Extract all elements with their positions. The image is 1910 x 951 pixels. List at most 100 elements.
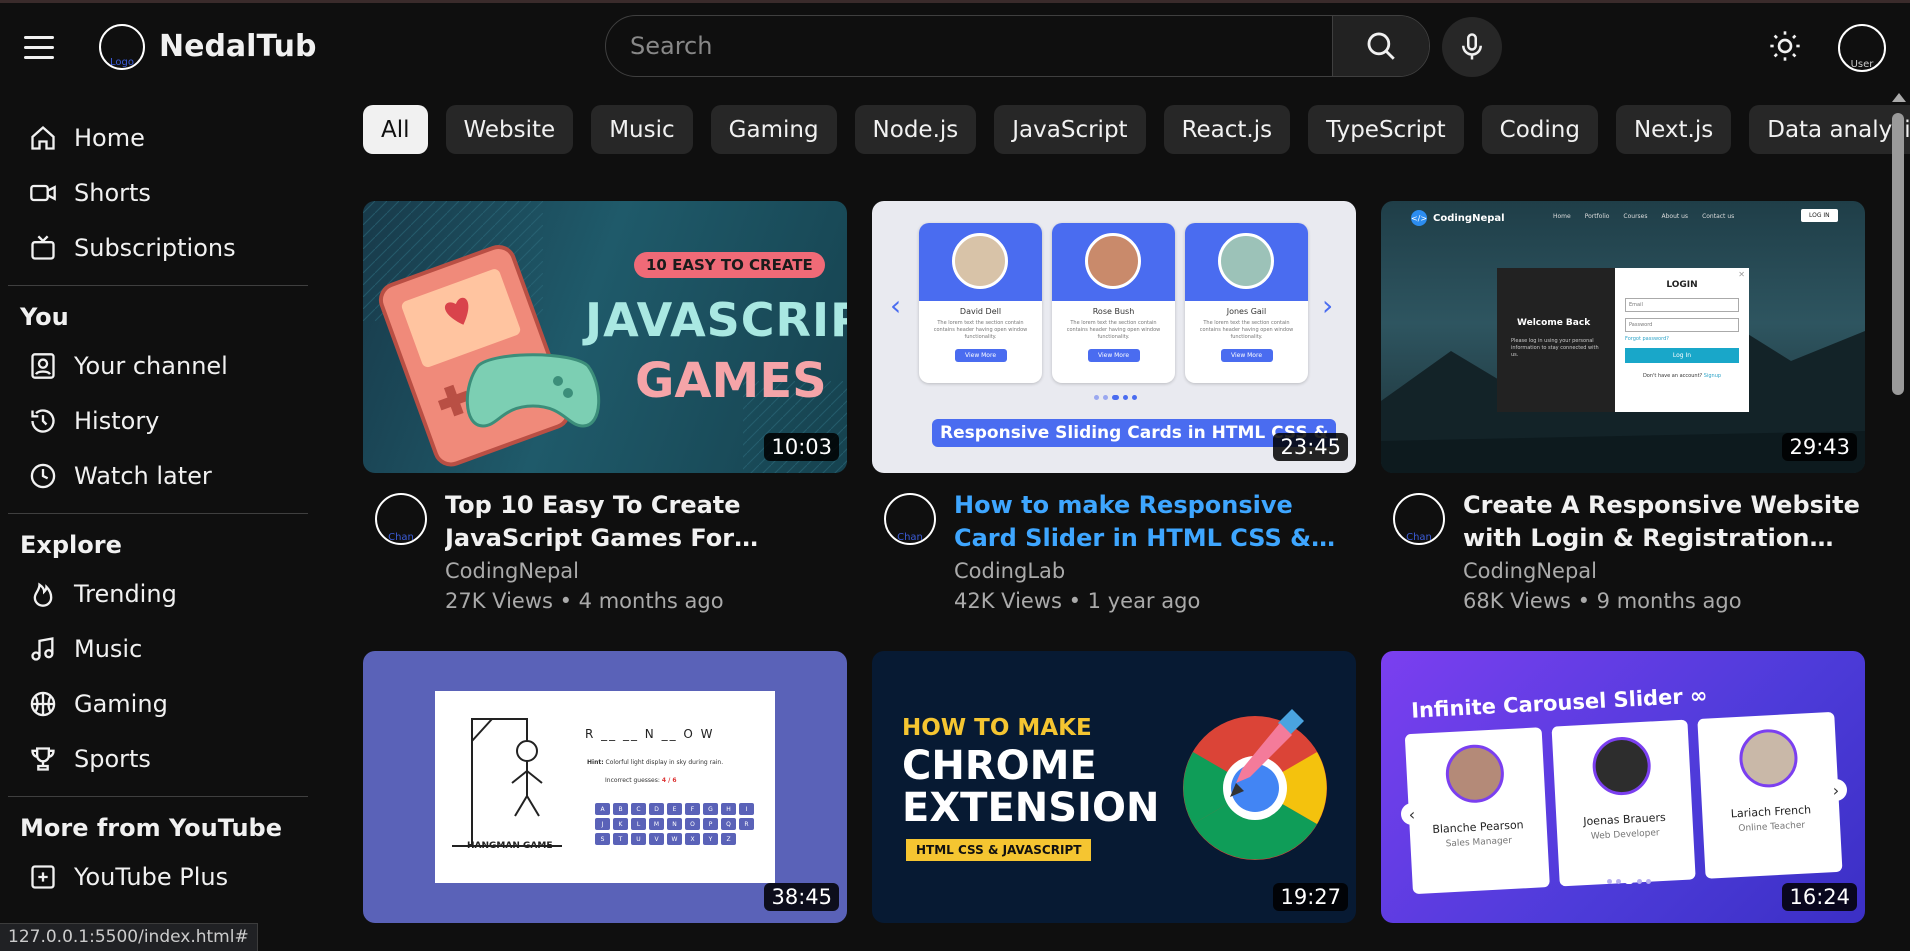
scroll-up-arrow-icon[interactable] <box>1892 93 1906 102</box>
hangman-word: R __ __ N __ O W <box>585 727 715 741</box>
page-scrollbar[interactable] <box>1888 89 1910 951</box>
thumbnail-heading: Infinite Carousel Slider ∞ <box>1410 683 1709 723</box>
sidebar-item-label: Sports <box>74 744 151 773</box>
chip-music[interactable]: Music <box>591 105 693 154</box>
hangman-key: X <box>685 833 700 845</box>
video-duration: 38:45 <box>764 883 839 911</box>
search-bar <box>605 15 1430 77</box>
video-title[interactable]: Top 10 Easy To Create JavaScript Games F… <box>445 489 845 555</box>
thumbnail-line-2: CHROME <box>902 743 1097 789</box>
microphone-icon <box>1462 33 1482 60</box>
video-card[interactable]: Infinite Carousel Slider ∞ Blanche Pears… <box>1381 651 1865 923</box>
thumbnail-badge: 10 EASY TO CREATE <box>634 252 825 278</box>
sidebar-item-music[interactable]: Music <box>0 621 310 676</box>
video-duration: 16:24 <box>1782 883 1857 911</box>
video-card[interactable]: HANGMAN GAME R __ __ N __ O W Hint: Colo… <box>363 651 847 923</box>
voice-search-button[interactable] <box>1442 17 1502 77</box>
scrollbar-thumb[interactable] <box>1892 113 1904 395</box>
thumbnail-line-2: GAMES <box>635 353 827 409</box>
slider-card: Rose Bush The lorem text the section con… <box>1052 223 1175 383</box>
chip-nodejs[interactable]: Node.js <box>854 105 977 154</box>
video-camera-icon <box>28 178 58 208</box>
sidebar-item-youtube-plus[interactable]: YouTube Plus <box>0 849 310 904</box>
hangman-key: L <box>631 818 646 830</box>
slider-card-name: David Dell <box>959 307 1002 316</box>
search-button[interactable] <box>1332 16 1429 76</box>
hangman-key: N <box>667 818 682 830</box>
hangman-key: G <box>703 803 718 815</box>
close-icon: ✕ <box>1738 270 1745 279</box>
sidebar-divider <box>8 285 308 286</box>
menu-icon[interactable] <box>24 27 64 67</box>
video-card[interactable]: </> CodingNepal Home Portfolio Courses Abou… <box>1381 201 1865 613</box>
slider-card-button: View More <box>1087 349 1140 362</box>
home-icon <box>28 123 58 153</box>
channel-avatar[interactable]: Chan <box>884 493 936 545</box>
video-thumbnail[interactable]: HOW TO MAKE CHROME EXTENSION HTML CSS & … <box>872 651 1356 923</box>
chip-typescript[interactable]: TypeScript <box>1308 105 1464 154</box>
sidebar-item-home[interactable]: Home <box>0 110 310 165</box>
slider-card-desc: The lorem text the section contain conta… <box>933 320 1028 340</box>
video-meta: Chan Top 10 Easy To Create JavaScript Ga… <box>363 489 847 613</box>
video-title[interactable]: How to make Responsive Card Slider in HT… <box>954 489 1354 555</box>
sidebar-item-label: History <box>74 406 160 435</box>
video-info: Top 10 Easy To Create JavaScript Games F… <box>445 489 845 613</box>
video-thumbnail[interactable]: 10 EASY TO CREATE JAVASCRIPT GAMES 10:03 <box>363 201 847 473</box>
video-duration: 10:03 <box>764 433 839 461</box>
app-name[interactable]: NedalTub <box>159 29 316 64</box>
chip-reactjs[interactable]: React.js <box>1163 105 1291 154</box>
search-icon <box>1367 32 1395 60</box>
video-card[interactable]: 10 EASY TO CREATE JAVASCRIPT GAMES 10:03… <box>363 201 847 613</box>
sidebar-item-sports[interactable]: Sports <box>0 731 310 786</box>
chip-nextjs[interactable]: Next.js <box>1615 105 1732 154</box>
sidebar-item-gaming[interactable]: Gaming <box>0 676 310 731</box>
video-title[interactable]: Create A Responsive Website with Login &… <box>1463 489 1863 555</box>
video-card[interactable]: ‹ › David Dell The lorem text the sectio… <box>872 201 1356 613</box>
video-stats: 68K Views • 9 months ago <box>1463 589 1742 613</box>
carousel-card: Joenas Brauers Web Developer <box>1551 719 1697 887</box>
pagination-dots <box>1094 395 1137 400</box>
hangman-key: Y <box>703 833 718 845</box>
theme-toggle-button[interactable] <box>1765 26 1805 66</box>
chip-data-analysis[interactable]: Data analysis <box>1749 105 1910 154</box>
channel-name[interactable]: CodingLab <box>954 559 1354 583</box>
sidebar-item-shorts[interactable]: Shorts <box>0 165 310 220</box>
channel-name[interactable]: CodingNepal <box>1463 559 1863 583</box>
flame-icon <box>28 579 58 609</box>
login-modal: Welcome Back Please log in using your pe… <box>1497 268 1749 412</box>
site-brand: </> CodingNepal <box>1411 210 1505 226</box>
video-thumbnail[interactable]: HANGMAN GAME R __ __ N __ O W Hint: Colo… <box>363 651 847 923</box>
sidebar-item-your-channel[interactable]: Your channel <box>0 338 310 393</box>
search-input[interactable] <box>606 16 1332 76</box>
video-thumbnail[interactable]: </> CodingNepal Home Portfolio Courses Abou… <box>1381 201 1865 473</box>
sidebar-item-trending[interactable]: Trending <box>0 566 310 621</box>
chip-all[interactable]: All <box>363 105 428 154</box>
slider-card-button: View More <box>1220 349 1273 362</box>
chip-gaming[interactable]: Gaming <box>710 105 837 154</box>
video-stats: 27K Views • 4 months ago <box>445 589 724 613</box>
hangman-key: B <box>613 803 628 815</box>
sidebar-item-history[interactable]: History <box>0 393 310 448</box>
chip-website[interactable]: Website <box>445 105 574 154</box>
user-avatar[interactable]: User <box>1838 24 1886 72</box>
slider-card: Jones Gail The lorem text the section co… <box>1185 223 1308 383</box>
channel-avatar[interactable]: Chan <box>1393 493 1445 545</box>
basketball-icon <box>28 689 58 719</box>
channel-name[interactable]: CodingNepal <box>445 559 845 583</box>
hangman-guesses: Incorrect guesses: 4 / 6 <box>605 777 677 784</box>
sidebar-item-watch-later[interactable]: Watch later <box>0 448 310 503</box>
person-avatar <box>952 233 1008 289</box>
chevron-left-icon: ‹ <box>1401 803 1423 825</box>
chip-javascript[interactable]: JavaScript <box>994 105 1146 154</box>
chip-coding[interactable]: Coding <box>1481 105 1598 154</box>
video-thumbnail[interactable]: Infinite Carousel Slider ∞ Blanche Pears… <box>1381 651 1865 923</box>
slider-card-desc: The lorem text the section contain conta… <box>1199 320 1294 340</box>
hangman-key: V <box>649 833 664 845</box>
sidebar-item-label: Shorts <box>74 178 151 207</box>
logo-image[interactable]: Logo <box>99 24 145 70</box>
video-thumbnail[interactable]: ‹ › David Dell The lorem text the sectio… <box>872 201 1356 473</box>
channel-avatar[interactable]: Chan <box>375 493 427 545</box>
sidebar-item-subscriptions[interactable]: Subscriptions <box>0 220 310 275</box>
hangman-key: Q <box>721 818 736 830</box>
video-card[interactable]: HOW TO MAKE CHROME EXTENSION HTML CSS & … <box>872 651 1356 923</box>
